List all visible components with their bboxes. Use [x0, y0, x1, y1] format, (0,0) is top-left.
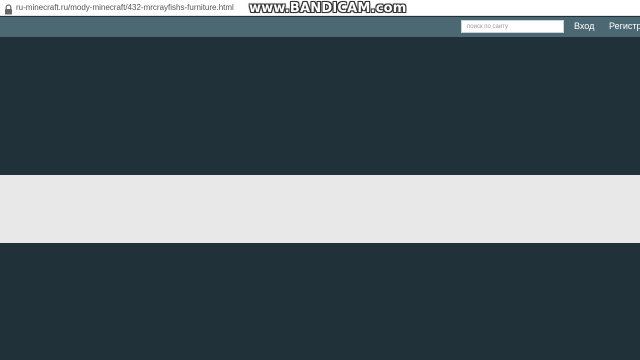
search-input[interactable]: [461, 20, 564, 33]
main-content-top: [0, 37, 640, 175]
lock-icon: [4, 2, 13, 15]
content-band: [0, 175, 640, 243]
site-header: Вход Регистр: [0, 17, 640, 37]
login-link[interactable]: Вход: [574, 21, 594, 31]
register-link[interactable]: Регистр: [609, 21, 640, 31]
url-text[interactable]: ru-minecraft.ru/mody-minecraft/432-mrcra…: [16, 3, 234, 12]
main-content-bottom: [0, 243, 640, 360]
bandicam-watermark: www.BANDICAM.com: [249, 1, 407, 16]
